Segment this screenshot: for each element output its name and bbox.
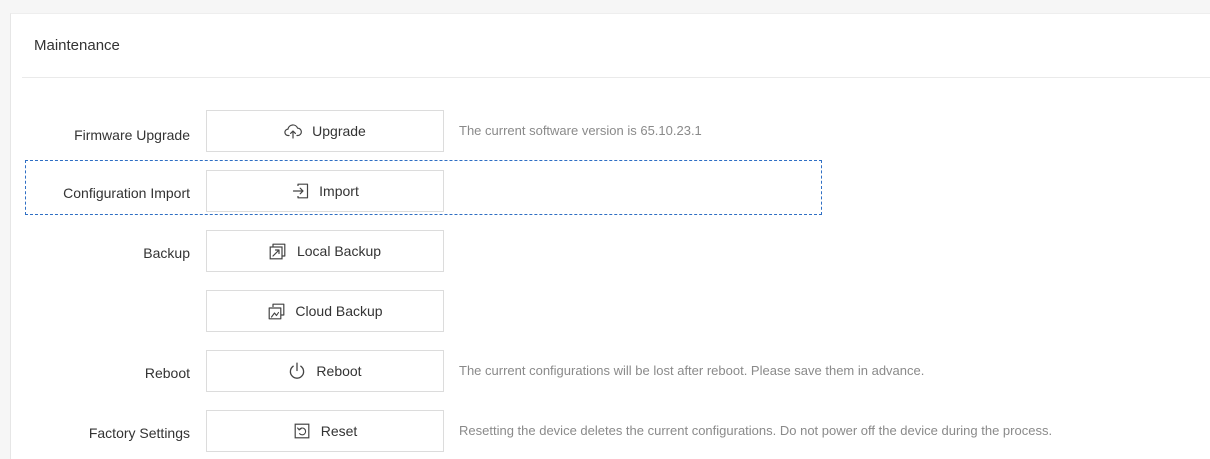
reset-button-label: Reset — [320, 423, 358, 439]
import-icon — [291, 182, 309, 200]
page-title: Maintenance — [34, 37, 120, 54]
local-backup-icon — [269, 242, 287, 260]
local-backup-button[interactable]: Local Backup — [206, 230, 444, 272]
backup-label: Backup — [143, 245, 190, 261]
title-divider — [22, 77, 1210, 78]
import-button[interactable]: Import — [206, 170, 444, 212]
upgrade-button-label: Upgrade — [312, 123, 366, 139]
reset-icon — [293, 422, 311, 440]
firmware-upgrade-label: Firmware Upgrade — [74, 127, 190, 143]
factory-settings-label: Factory Settings — [88, 425, 190, 441]
power-icon — [288, 362, 306, 380]
reboot-button[interactable]: Reboot — [206, 350, 444, 392]
reboot-label: Reboot — [144, 365, 190, 381]
upgrade-button[interactable]: Upgrade — [206, 110, 444, 152]
configuration-import-label: Configuration Import — [63, 185, 190, 201]
local-backup-button-label: Local Backup — [296, 243, 382, 259]
factory-reset-hint: Resetting the device deletes the current… — [459, 423, 1053, 438]
cloud-backup-icon — [267, 302, 285, 320]
cloud-backup-button-label: Cloud Backup — [295, 303, 383, 319]
firmware-version-hint: The current software version is 65.10.23… — [459, 123, 702, 138]
reboot-button-label: Reboot — [316, 363, 362, 379]
cloud-backup-button[interactable]: Cloud Backup — [206, 290, 444, 332]
reboot-hint: The current configurations will be lost … — [459, 363, 925, 378]
cloud-upload-icon — [284, 122, 303, 140]
reset-button[interactable]: Reset — [206, 410, 444, 452]
maintenance-panel: Maintenance — [10, 13, 1210, 459]
import-button-label: Import — [319, 183, 359, 199]
